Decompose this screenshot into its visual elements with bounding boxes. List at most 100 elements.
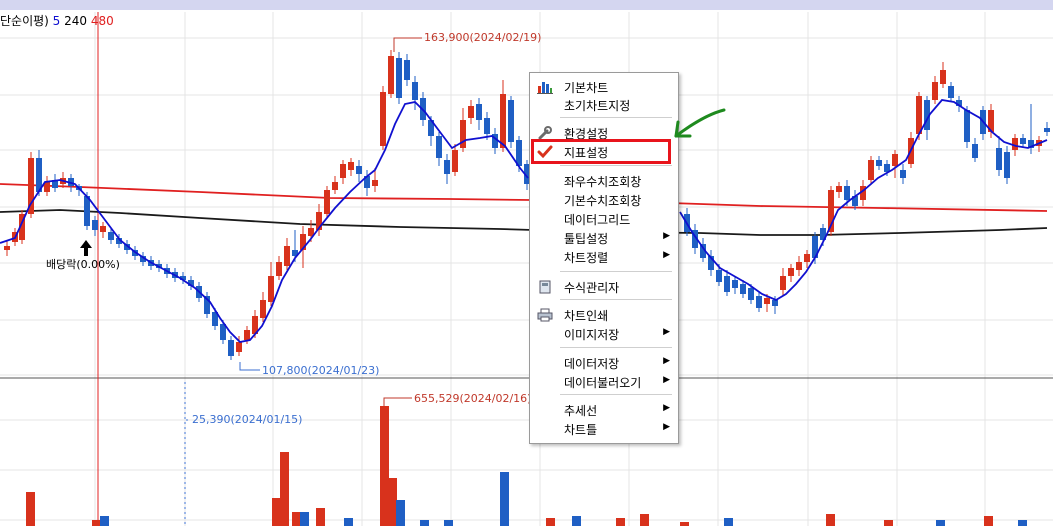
price-low-label: 107,800(2024/01/23)	[262, 364, 379, 377]
candle-body	[92, 220, 98, 230]
candle-body	[348, 162, 354, 170]
candle-body	[892, 154, 898, 166]
candle-body	[716, 270, 722, 282]
candle-body	[404, 60, 410, 80]
candle-body	[788, 268, 794, 276]
candle-body	[388, 56, 394, 94]
volume-bar	[826, 514, 835, 526]
candle-body	[284, 246, 290, 266]
green-pointer-arrow-icon	[674, 108, 726, 138]
candle-body	[508, 100, 514, 142]
submenu-arrow-icon: ▶	[663, 231, 670, 241]
highlight-box	[531, 139, 671, 164]
candle-body	[236, 342, 242, 352]
volume-high-label: 655,529(2024/02/16)	[414, 392, 531, 405]
bar-chart-icon	[537, 80, 553, 94]
candle-body	[796, 262, 802, 270]
price-volume-chart[interactable]: 163,900(2024/02/19) 107,800(2024/01/23) 65…	[0, 0, 1053, 526]
candle-body	[748, 288, 754, 300]
candle-body	[412, 82, 418, 100]
candle-body	[740, 284, 746, 294]
submenu-arrow-icon: ▶	[663, 375, 670, 385]
volume-bar	[444, 520, 453, 526]
menu-separator	[560, 271, 672, 272]
menu-item[interactable]: 데이터그리드	[530, 209, 678, 229]
candle-body	[436, 136, 442, 158]
candle-body	[868, 160, 874, 180]
volume-bar	[420, 520, 429, 526]
candle-body	[772, 300, 778, 306]
candle-body	[244, 330, 250, 340]
candle-body	[948, 86, 954, 98]
candle-body	[380, 92, 386, 146]
candle-body	[876, 160, 882, 166]
menu-item[interactable]: 기본차트	[530, 77, 678, 97]
menu-item-label: 차트정렬	[564, 251, 609, 265]
candle-body	[468, 106, 474, 118]
chart-context-menu[interactable]: 기본차트 초기차트지정 환경설정 지표설정 좌우수치조회창 기본수치조회창 데이터그리드 툴팁…	[529, 72, 679, 444]
menu-item-label: 이미지저장	[564, 328, 620, 342]
menu-item-label: 차트인쇄	[564, 309, 609, 323]
candle-body	[804, 254, 810, 262]
volume-bar	[26, 492, 35, 526]
volume-bar	[388, 478, 397, 526]
calculator-icon	[537, 280, 553, 294]
candle-body	[996, 148, 1002, 170]
candle-body	[964, 110, 970, 142]
ma-mid-line	[0, 209, 1048, 236]
menu-item[interactable]: 이미지저장 ▶	[530, 324, 678, 344]
candle-body	[228, 340, 234, 356]
candle-body	[444, 160, 450, 174]
volume-bar	[884, 520, 893, 526]
candle-body	[84, 196, 90, 226]
menu-separator	[560, 117, 672, 118]
menu-item[interactable]: 기본수치조회창	[530, 190, 678, 210]
menu-item[interactable]: 차트인쇄	[530, 305, 678, 325]
volume-low-label: 25,390(2024/01/15)	[192, 413, 302, 426]
menu-item[interactable]: 초기차트지정	[530, 95, 678, 115]
candle-body	[900, 170, 906, 178]
dividend-arrow-icon	[80, 240, 92, 256]
volume-bar	[300, 512, 309, 526]
candle-body	[724, 276, 730, 292]
volume-bar	[280, 452, 289, 526]
menu-item[interactable]: 차트정렬 ▶	[530, 247, 678, 267]
menu-item-label: 툴팁설정	[564, 232, 609, 246]
menu-item-label: 추세선	[564, 404, 598, 418]
candle-body	[396, 58, 402, 98]
candle-body	[844, 186, 850, 200]
candle-body	[1044, 128, 1050, 132]
volume-bar	[640, 514, 649, 526]
menu-item[interactable]: 수식관리자	[530, 277, 678, 297]
candle-body	[332, 182, 338, 190]
menu-separator	[560, 165, 672, 166]
ma-legend: 단순이평) 5 240 480	[0, 12, 114, 29]
candle-body	[4, 246, 10, 250]
volume-bar	[546, 518, 555, 526]
menu-item-label: 데이터그리드	[564, 213, 631, 227]
menu-item[interactable]: 데이터저장 ▶	[530, 353, 678, 373]
menu-item[interactable]: 좌우수치조회창	[530, 171, 678, 191]
menu-item[interactable]: 추세선 ▶	[530, 400, 678, 420]
candle-body	[1020, 138, 1026, 144]
volume-high-leader	[383, 397, 412, 406]
volume-bar	[680, 522, 689, 526]
candle-body	[452, 150, 458, 172]
candle-body	[940, 70, 946, 84]
submenu-arrow-icon: ▶	[663, 356, 670, 366]
printer-icon	[537, 308, 553, 322]
submenu-arrow-icon: ▶	[663, 422, 670, 432]
candle-body	[276, 262, 282, 276]
menu-item[interactable]: 차트틀 ▶	[530, 419, 678, 439]
volume-bar	[1018, 520, 1027, 526]
candle-body	[476, 104, 482, 120]
menu-item[interactable]: 툴팁설정 ▶	[530, 228, 678, 248]
candle-body	[1004, 152, 1010, 178]
volume-bar	[936, 520, 945, 526]
dividend-label: 배당락(0.00%)	[46, 258, 120, 271]
menu-separator	[560, 394, 672, 395]
menu-item[interactable]: 데이터불러오기 ▶	[530, 372, 678, 392]
candle-body	[100, 226, 106, 232]
candle-body	[108, 232, 114, 240]
menu-item-label: 수식관리자	[564, 281, 620, 295]
